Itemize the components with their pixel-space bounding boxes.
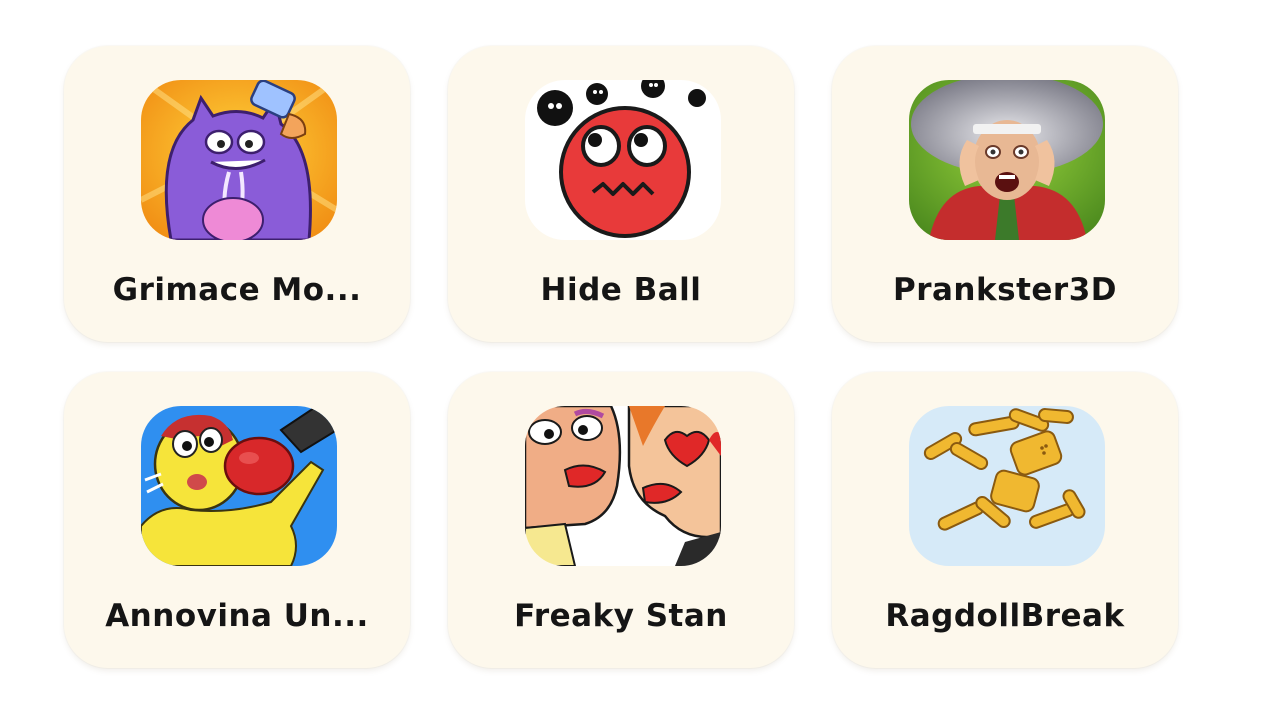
boxing-glove-icon bbox=[141, 406, 337, 566]
games-grid: Grimace Mo... Hide Ball Prankster3D Anno… bbox=[0, 0, 1280, 720]
game-card-prankster3d[interactable]: Prankster3D bbox=[832, 46, 1178, 342]
game-title: Annovina Un... bbox=[105, 598, 369, 634]
game-card-grimace[interactable]: Grimace Mo... bbox=[64, 46, 410, 342]
game-card-ragdollbreak[interactable]: RagdollBreak bbox=[832, 372, 1178, 668]
game-title: Grimace Mo... bbox=[112, 272, 362, 308]
grimace-monster-icon bbox=[141, 80, 337, 240]
game-title: Hide Ball bbox=[540, 272, 702, 308]
game-card-annovina[interactable]: Annovina Un... bbox=[64, 372, 410, 668]
red-ball-icon bbox=[525, 80, 721, 240]
kissing-faces-icon bbox=[525, 406, 721, 566]
game-card-freaky-stan[interactable]: Freaky Stan bbox=[448, 372, 794, 668]
game-title: RagdollBreak bbox=[885, 598, 1125, 634]
game-title: Freaky Stan bbox=[514, 598, 728, 634]
ragdoll-icon bbox=[909, 406, 1105, 566]
screaming-teacher-icon bbox=[909, 80, 1105, 240]
game-card-hide-ball[interactable]: Hide Ball bbox=[448, 46, 794, 342]
game-title: Prankster3D bbox=[893, 272, 1117, 308]
